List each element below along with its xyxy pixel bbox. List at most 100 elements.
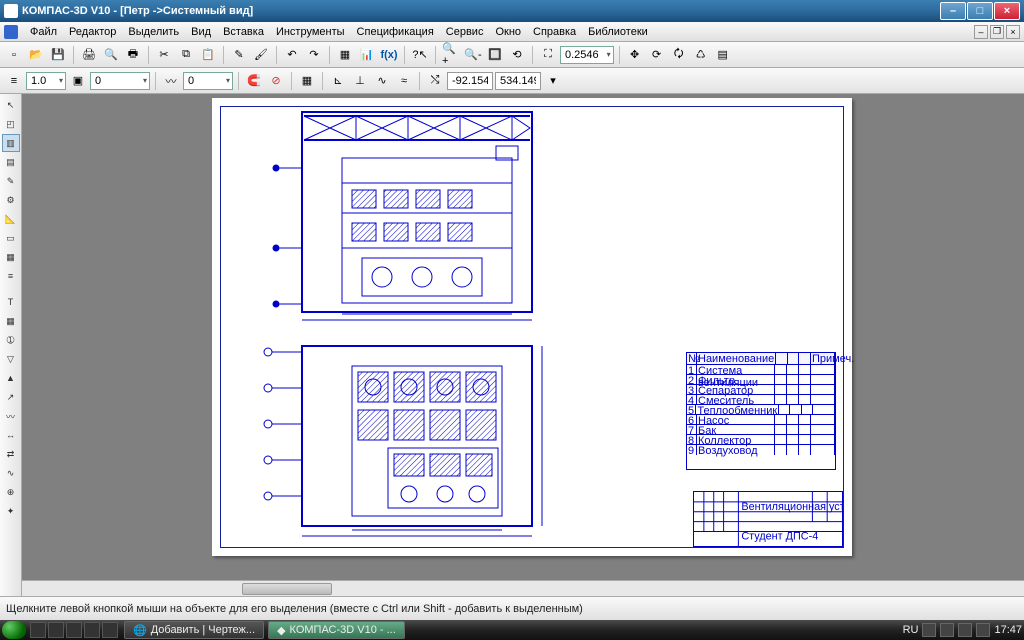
view2-tool-button[interactable]: ⇄ (2, 445, 20, 463)
rough-tool-button[interactable]: ▽ (2, 350, 20, 368)
help-pointer-button[interactable]: ?↖ (410, 45, 430, 65)
start-button[interactable] (2, 621, 26, 639)
spec-tool-button[interactable]: ▦ (2, 248, 20, 266)
format-button[interactable]: 🖌 (251, 45, 271, 65)
layer-color-button[interactable]: ▣ (68, 71, 88, 91)
grid-button[interactable]: ▦ (297, 71, 317, 91)
tray-icon[interactable] (940, 623, 954, 637)
print-button[interactable]: 🖨 (79, 45, 99, 65)
zoom-fit-button[interactable]: ⛶ (538, 45, 558, 65)
geometry-tool-button[interactable]: ◰ (2, 115, 20, 133)
leader-tool-button[interactable]: ↗ (2, 388, 20, 406)
scrollbar-thumb[interactable] (242, 583, 332, 595)
snap-toggle-button[interactable]: 🧲 (244, 71, 264, 91)
edit-tool-button[interactable]: ✎ (2, 172, 20, 190)
rotate-button[interactable]: ⟳ (647, 45, 667, 65)
perp-button[interactable]: ⊥ (350, 71, 370, 91)
tray-icon[interactable] (958, 623, 972, 637)
tray-icon[interactable] (922, 623, 936, 637)
table-tool-button[interactable]: ▦ (2, 312, 20, 330)
params-tool-button[interactable]: ⚙ (2, 191, 20, 209)
tangent-button[interactable]: ∿ (372, 71, 392, 91)
new-button[interactable]: ▫ (4, 45, 24, 65)
style-combo[interactable]: 0 (183, 72, 233, 90)
window-close-button[interactable]: × (994, 2, 1020, 20)
text-tool-button[interactable]: T (2, 293, 20, 311)
ortho-button[interactable]: ⊾ (328, 71, 348, 91)
refresh-button[interactable]: ♺ (691, 45, 711, 65)
taskbar-app-kompas[interactable]: ◆ КОМПАС-3D V10 - ... (268, 621, 405, 639)
menu-service[interactable]: Сервис (440, 24, 490, 40)
menu-spec[interactable]: Спецификация (351, 24, 440, 40)
horizontal-scrollbar[interactable] (22, 580, 1024, 596)
line-weight-combo[interactable]: 1.0 (26, 72, 66, 90)
child-close-button[interactable]: × (1006, 25, 1020, 39)
manage-button[interactable]: ▦ (335, 45, 355, 65)
round-button[interactable]: ≈ (394, 71, 414, 91)
section-tool-button[interactable]: ↔ (2, 426, 20, 444)
coord-y-input[interactable] (495, 72, 541, 90)
window-maximize-button[interactable]: □ (967, 2, 993, 20)
menu-view[interactable]: Вид (185, 24, 217, 40)
menu-editor[interactable]: Редактор (63, 24, 122, 40)
child-minimize-button[interactable]: – (974, 25, 988, 39)
open-button[interactable]: 📂 (26, 45, 46, 65)
drawing-canvas[interactable]: № Наименование Примеч. 1Система вентиляц… (22, 94, 1024, 596)
plot-button[interactable]: 🖶 (123, 45, 143, 65)
mark-tool-button[interactable]: 〰 (2, 407, 20, 425)
paste-button[interactable]: 📋 (198, 45, 218, 65)
quicklaunch-icon[interactable] (102, 622, 118, 638)
cut-button[interactable]: ✂ (154, 45, 174, 65)
menu-tools[interactable]: Инструменты (270, 24, 351, 40)
notation-tool-button[interactable]: ▤ (2, 153, 20, 171)
reports-tool-button[interactable]: ≡ (2, 267, 20, 285)
base-tool-button[interactable]: ▲ (2, 369, 20, 387)
redraw-button[interactable]: 🗘 (669, 45, 689, 65)
menu-help[interactable]: Справка (527, 24, 582, 40)
menu-window[interactable]: Окно (489, 24, 527, 40)
zoom-in-button[interactable]: 🔍+ (441, 45, 461, 65)
layer-combo[interactable]: 0 (90, 72, 150, 90)
quicklaunch-icon[interactable] (48, 622, 64, 638)
balloon-tool-button[interactable]: ➀ (2, 331, 20, 349)
preview-button[interactable]: 🔍 (101, 45, 121, 65)
taskbar-app-browser[interactable]: 🌐 Добавить | Чертеж... (124, 621, 264, 639)
copy-button[interactable]: ⧉ (176, 45, 196, 65)
dimensions-tool-button[interactable]: ▥ (2, 134, 20, 152)
child-restore-button[interactable]: ❐ (990, 25, 1004, 39)
config-button[interactable]: ▤ (713, 45, 733, 65)
coord-dropdown-button[interactable]: ▾ (543, 71, 563, 91)
measure-tool-button[interactable]: 📐 (2, 210, 20, 228)
zoom-window-button[interactable]: 🔲 (485, 45, 505, 65)
variables-button[interactable]: 📊 (357, 45, 377, 65)
wave-tool-button[interactable]: ∿ (2, 464, 20, 482)
menu-file[interactable]: Файл (24, 24, 63, 40)
quicklaunch-icon[interactable] (66, 622, 82, 638)
style-button[interactable]: 〰 (161, 71, 181, 91)
zoom-combo[interactable]: 0.2546 (560, 46, 614, 64)
menu-select[interactable]: Выделить (122, 24, 185, 40)
clock[interactable]: 17:47 (994, 624, 1022, 636)
language-indicator[interactable]: RU (903, 624, 919, 636)
zoom-prev-button[interactable]: ⟲ (507, 45, 527, 65)
window-minimize-button[interactable]: – (940, 2, 966, 20)
coord-x-input[interactable] (447, 72, 493, 90)
select2-tool-button[interactable]: ▭ (2, 229, 20, 247)
fx-button[interactable]: f(x) (379, 45, 399, 65)
menu-insert[interactable]: Вставка (217, 24, 270, 40)
pan-button[interactable]: ✥ (625, 45, 645, 65)
snap-off-button[interactable]: ⊘ (266, 71, 286, 91)
quicklaunch-icon[interactable] (84, 622, 100, 638)
center-tool-button[interactable]: ⊕ (2, 483, 20, 501)
redo-button[interactable]: ↷ (304, 45, 324, 65)
border-tool-button[interactable]: ✦ (2, 502, 20, 520)
zoom-out-button[interactable]: 🔍- (463, 45, 483, 65)
undo-button[interactable]: ↶ (282, 45, 302, 65)
select-tool-button[interactable]: ↖ (2, 96, 20, 114)
save-button[interactable]: 💾 (48, 45, 68, 65)
quicklaunch-icon[interactable] (30, 622, 46, 638)
local-cs-button[interactable]: ⤭ (425, 71, 445, 91)
line-style-button[interactable]: ≡ (4, 71, 24, 91)
volume-icon[interactable] (976, 623, 990, 637)
menu-libraries[interactable]: Библиотеки (582, 24, 654, 40)
